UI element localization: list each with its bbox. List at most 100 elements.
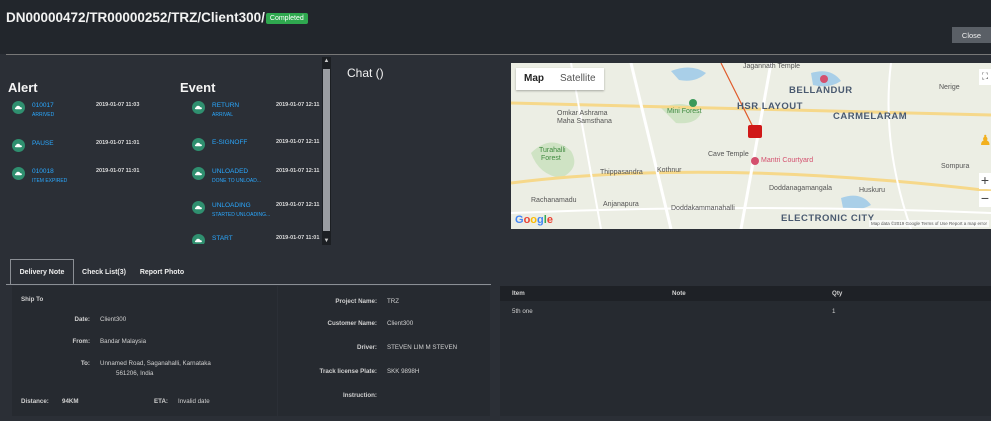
cloud-icon [12,167,25,180]
column-header-qty: Qty [832,290,843,297]
scroll-down-icon[interactable]: ▼ [322,237,331,245]
cloud-icon [192,167,205,180]
alert-code: 010018 [32,168,54,175]
map-place-doddakammanahalli: Doddakammanahalli [671,205,735,212]
event-code: RETURN [212,102,240,109]
map-place-jagannath: Jagannath Temple [743,63,801,70]
map-place-rachanamadu: Rachanamadu [531,197,577,204]
map-place-electronic-city: ELECTRONIC CITY [781,213,875,224]
license-plate-label: Track license Plate: [319,368,377,375]
event-item[interactable]: E-SIGNOFF 2019-01-07 12:11 [192,138,342,160]
map-place-turahalli: Turahalli [539,147,566,154]
driver-value: STEVEN LIM M STEVEN [387,344,458,351]
map-attribution[interactable]: Map data ©2019 Google Terms of Use Repor… [868,220,989,227]
place-pin-icon [751,157,759,165]
instruction-label: Instruction: [342,392,377,399]
tab-check-list[interactable]: Check List(3) [76,259,132,285]
map-type-map[interactable]: Map [516,68,552,90]
event-time: 2019-01-07 11:01 [276,235,320,241]
items-table: Item Note Qty 5th one 1 [500,286,991,416]
cloud-icon [12,139,25,152]
tab-divider [6,284,491,285]
map-place-thippasandra: Thippasandra [600,169,643,176]
ship-to-label: Ship To [21,296,44,303]
cell-qty: 1 [832,308,836,315]
map-type-control: Map Satellite [516,68,604,90]
cloud-icon [192,138,205,151]
alert-sub: ARRIVED [32,112,55,118]
alert-item[interactable]: 010018 ITEM EXPIRED 2019-01-07 11:01 [12,167,162,189]
chat-title: Chat () [347,66,384,80]
truck-marker-icon[interactable] [748,125,762,138]
map-place-cave-temple: Cave Temple [708,151,749,158]
project-name-value: TRZ [387,298,400,305]
cloud-icon [192,101,205,114]
from-label: From: [72,338,90,345]
alert-sub: ITEM EXPIRED [32,178,68,184]
pegman-icon[interactable]: ♟ [979,133,991,149]
event-scrollbar[interactable]: ▲ ▼ [322,57,331,245]
map-place-carmelaram: CARMELARAM [833,111,908,122]
map-place-nerige: Nerige [939,84,960,91]
column-header-note: Note [672,290,686,297]
event-item[interactable]: START 2019-01-07 11:01 [192,234,342,244]
event-sub: ARRIVAL [212,112,234,118]
detail-tabs: Delivery Note Check List(3) Report Photo [6,259,991,285]
map-place-sompura: Sompura [941,163,970,170]
map-place-huskuru: Huskuru [859,187,886,194]
cloud-icon [12,101,25,114]
alert-title: Alert [8,80,38,95]
page-title: DN00000472/TR00000252/TRZ/Client300/Comp… [6,10,308,25]
event-item[interactable]: UNLOADING STARTED UNLOADING... 2019-01-0… [192,201,342,223]
route-map[interactable]: Map Satellite BELLANDUR HSR LAYOUT CARME… [511,63,991,229]
zoom-out-icon[interactable]: − [979,191,991,207]
map-place-omkar-2: Maha Samsthana [557,118,612,125]
event-time: 2019-01-07 12:11 [276,202,320,208]
place-pin-icon [820,75,828,83]
event-sub: STARTED UNLOADING... [212,212,271,218]
event-code: START [212,235,233,242]
alert-code: 010017 [32,102,54,109]
event-code: UNLOADING [212,202,251,209]
event-code: E-SIGNOFF [212,139,248,146]
alert-time: 2019-01-07 11:03 [96,102,140,108]
close-button[interactable]: Close [952,27,991,43]
scroll-thumb[interactable] [323,69,330,231]
map-place-anjanapura: Anjanapura [603,201,639,208]
map-type-satellite[interactable]: Satellite [552,68,604,90]
to-label: To: [80,360,90,367]
header-divider [6,54,991,55]
event-time: 2019-01-07 12:11 [276,139,320,145]
map-place-omkar: Omkar Ashrama [557,110,608,117]
alert-item[interactable]: 010017 ARRIVED 2019-01-07 11:03 [12,101,162,123]
to-value-line2: 561206, India [116,370,154,377]
eta-label: ETA: [154,398,168,405]
tab-report-photo[interactable]: Report Photo [134,259,190,285]
event-time: 2019-01-07 12:11 [276,102,320,108]
fullscreen-icon[interactable]: ⛶ [979,69,991,85]
date-label: Date: [74,316,90,323]
map-place-turahalli-2: Forest [541,155,561,162]
scroll-up-icon[interactable]: ▲ [322,57,331,65]
map-place-doddanagamangala: Doddanagamangala [769,185,833,192]
customer-name-value: Client300 [387,320,414,327]
event-item[interactable]: UNLOADED DONE TO UNLOAD... 2019-01-07 12… [192,167,342,189]
google-logo: Google [515,214,553,226]
cloud-icon [192,201,205,214]
event-code: UNLOADED [212,168,249,175]
delivery-note-ship-to: Ship To Date: Client300 From: Bandar Mal… [12,286,277,416]
event-item[interactable]: RETURN ARRIVAL 2019-01-07 12:11 [192,101,342,123]
customer-name-label: Customer Name: [327,320,377,327]
cell-item: 5th one [512,308,533,315]
map-place-hsr: HSR LAYOUT [737,101,803,112]
alert-item[interactable]: PAUSE 2019-01-07 11:01 [12,139,162,161]
tab-delivery-note[interactable]: Delivery Note [10,259,74,285]
eta-value: Invalid date [178,398,210,405]
map-place-mini-forest: Mini Forest [667,108,702,115]
map-place-mantri: Mantri Courtyard [761,157,814,164]
map-place-kothnur: Kothnur [657,167,682,174]
zoom-in-icon[interactable]: + [979,173,991,189]
project-name-label: Project Name: [335,298,377,305]
to-value-line1: Unnamed Road, Saganahalli, Karnataka [100,360,211,367]
alert-code: PAUSE [32,140,54,147]
